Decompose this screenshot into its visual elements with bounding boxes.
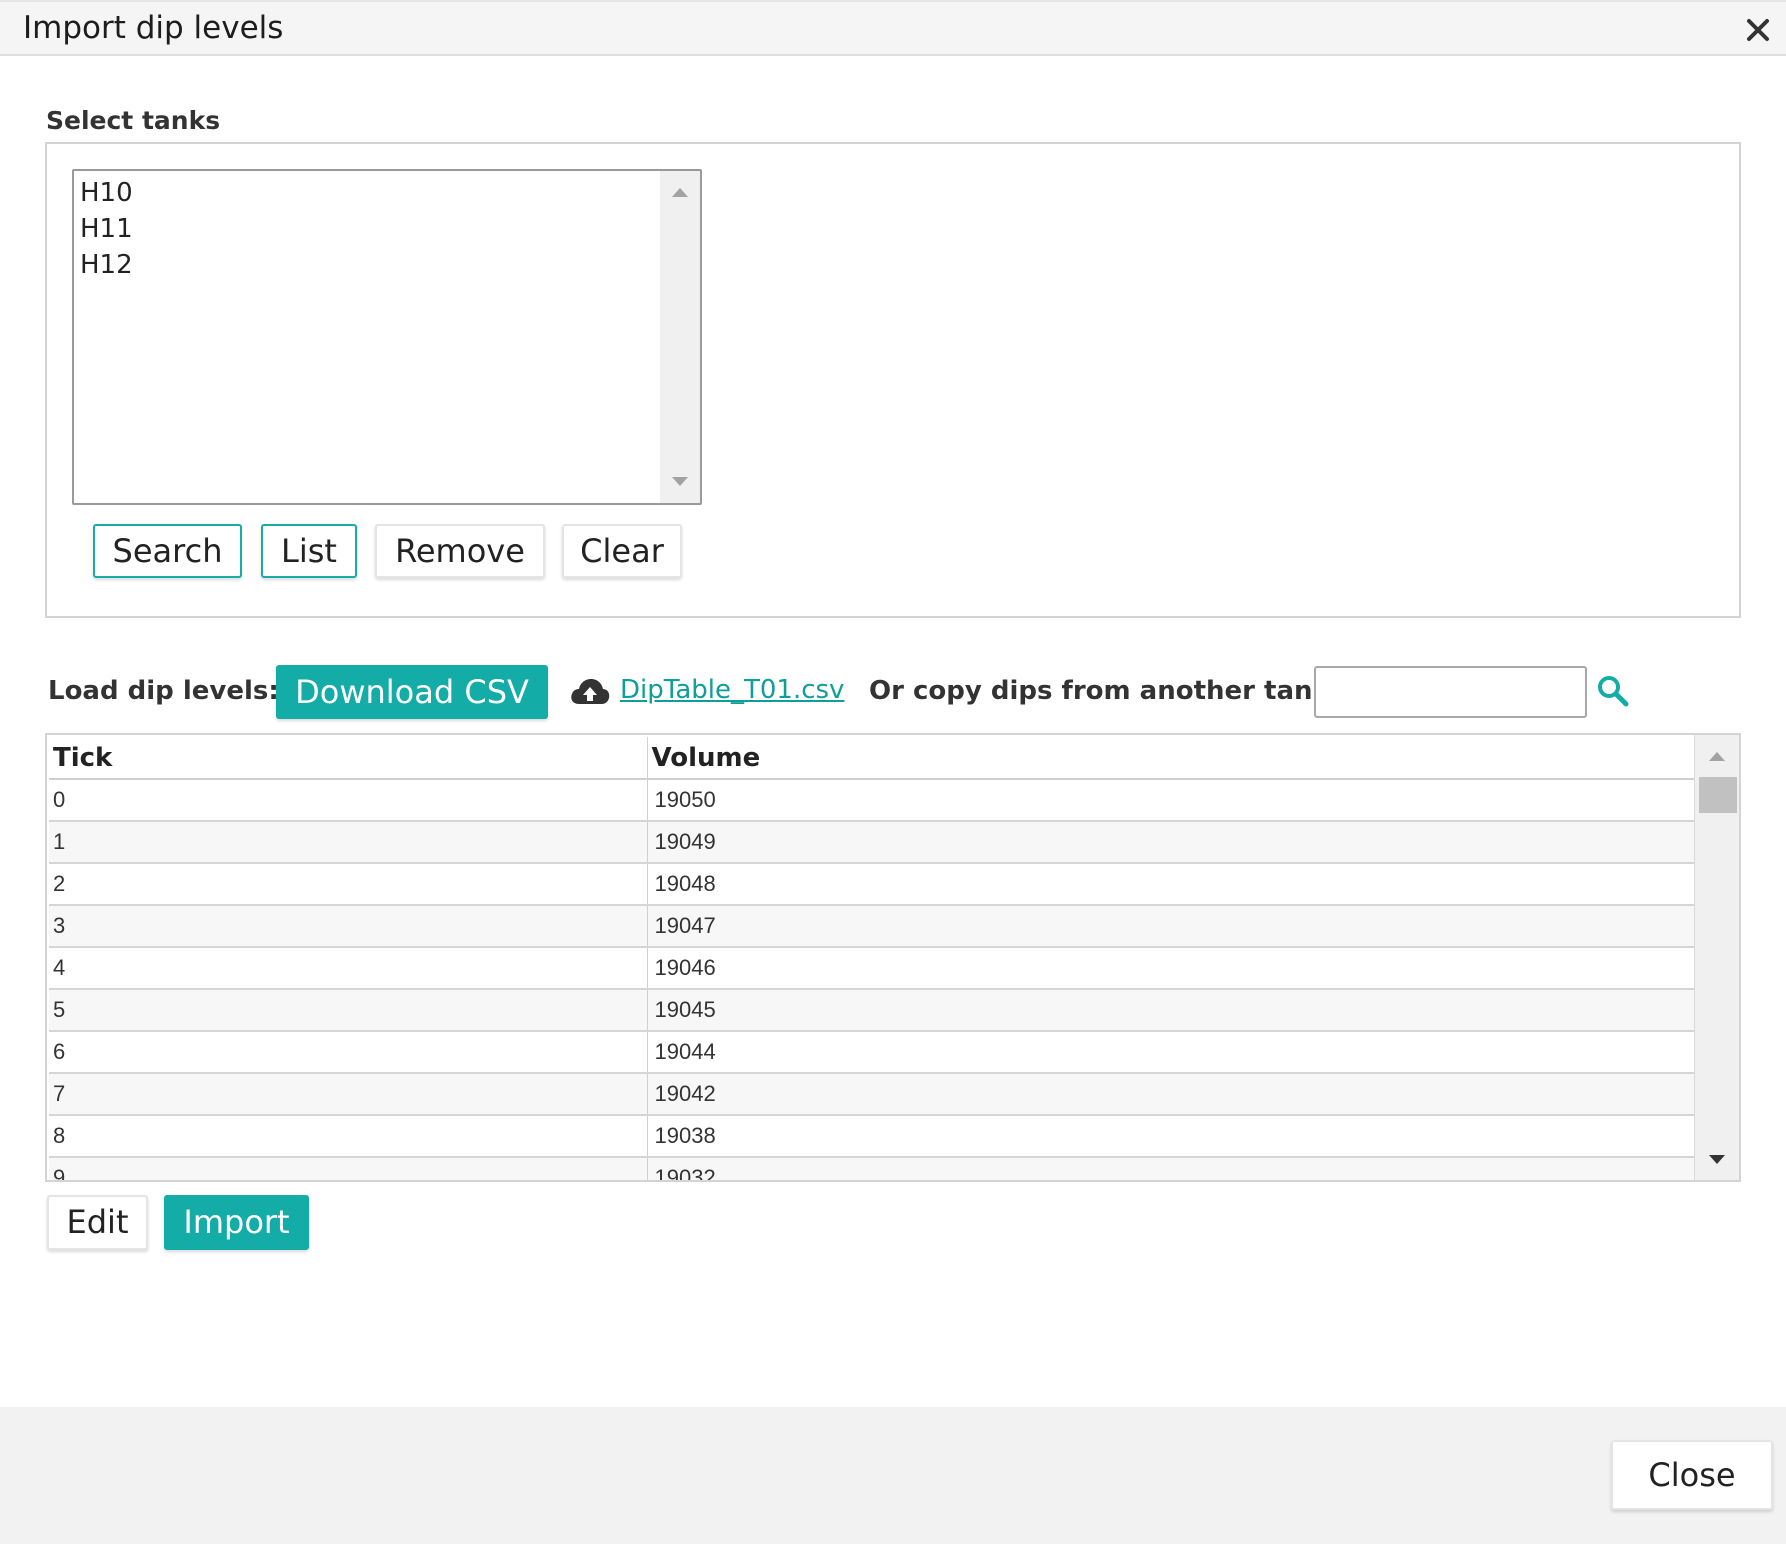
scroll-up-arrow-icon[interactable]: [670, 185, 690, 199]
csv-file-link[interactable]: DipTable_T01.csv: [620, 675, 844, 705]
column-header-tick[interactable]: Tick: [49, 737, 648, 780]
tank-item-h12[interactable]: H12: [80, 247, 133, 283]
search-button[interactable]: Search: [93, 524, 242, 578]
listbox-scrollbar[interactable]: [660, 171, 700, 503]
import-button[interactable]: Import: [164, 1195, 309, 1250]
tick-cell: 6: [49, 1031, 648, 1074]
select-tanks-label: Select tanks: [46, 106, 221, 135]
download-csv-button[interactable]: Download CSV: [276, 665, 548, 719]
clear-button[interactable]: Clear: [562, 524, 682, 578]
volume-cell: 19038: [647, 1115, 1698, 1158]
table-row[interactable]: 6 19044: [49, 1031, 1698, 1074]
volume-cell: 19044: [647, 1031, 1698, 1074]
cloud-upload-icon[interactable]: [569, 676, 611, 708]
volume-cell: 19049: [647, 821, 1698, 864]
copy-tank-input[interactable]: [1314, 666, 1587, 718]
volume-cell: 19046: [647, 947, 1698, 990]
search-icon[interactable]: [1596, 674, 1630, 708]
tanks-listbox[interactable]: H10 H11 H12: [72, 169, 702, 505]
dip-table: Tick Volume 0 19050 1 19049 2 19048 3 19047 …: [45, 733, 1741, 1182]
tick-cell: 3: [49, 905, 648, 948]
tick-cell: 8: [49, 1115, 648, 1158]
remove-button[interactable]: Remove: [375, 524, 545, 578]
table-scroll-up-arrow-icon[interactable]: [1707, 749, 1727, 763]
tick-cell: 5: [49, 989, 648, 1032]
volume-cell: 19042: [647, 1073, 1698, 1116]
tick-cell: 2: [49, 863, 648, 906]
close-button[interactable]: Close: [1611, 1440, 1773, 1510]
tank-item-h10[interactable]: H10: [80, 175, 133, 211]
copy-dips-label: Or copy dips from another tank: [869, 676, 1330, 706]
tick-cell: 0: [49, 779, 648, 822]
column-header-volume[interactable]: Volume: [647, 737, 1698, 780]
table-scroll-down-arrow-icon[interactable]: [1707, 1153, 1727, 1167]
table-row[interactable]: 3 19047: [49, 905, 1698, 948]
tick-cell: 9: [49, 1157, 648, 1180]
table-scrollbar[interactable]: [1694, 735, 1739, 1180]
table-row[interactable]: 0 19050: [49, 779, 1698, 822]
tick-cell: 4: [49, 947, 648, 990]
title-bar: Import dip levels: [0, 0, 1786, 56]
table-row[interactable]: 7 19042: [49, 1073, 1698, 1116]
dialog-footer: Close: [0, 1407, 1786, 1544]
table-row[interactable]: 4 19046: [49, 947, 1698, 990]
volume-cell: 19050: [647, 779, 1698, 822]
dialog-title: Import dip levels: [23, 10, 284, 46]
volume-cell: 19047: [647, 905, 1698, 948]
close-icon[interactable]: [1744, 16, 1772, 44]
dip-levels-table: Tick Volume 0 19050 1 19049 2 19048 3 19047 …: [49, 737, 1698, 1180]
table-row[interactable]: 2 19048: [49, 863, 1698, 906]
volume-cell: 19045: [647, 989, 1698, 1032]
tank-item-h11[interactable]: H11: [80, 211, 133, 247]
tick-cell: 7: [49, 1073, 648, 1116]
scroll-down-arrow-icon[interactable]: [670, 475, 690, 489]
load-dip-levels-label: Load dip levels:: [48, 676, 279, 706]
table-row[interactable]: 5 19045: [49, 989, 1698, 1032]
volume-cell: 19032: [647, 1157, 1698, 1180]
table-row[interactable]: 1 19049: [49, 821, 1698, 864]
import-dip-levels-dialog: Import dip levels Select tanks H10 H11 H…: [0, 0, 1786, 1544]
edit-button[interactable]: Edit: [47, 1195, 148, 1250]
volume-cell: 19048: [647, 863, 1698, 906]
table-row[interactable]: 8 19038: [49, 1115, 1698, 1158]
list-button[interactable]: List: [261, 524, 357, 578]
tick-cell: 1: [49, 821, 648, 864]
table-scroll-thumb[interactable]: [1699, 777, 1737, 813]
table-row[interactable]: 9 19032: [49, 1157, 1698, 1180]
